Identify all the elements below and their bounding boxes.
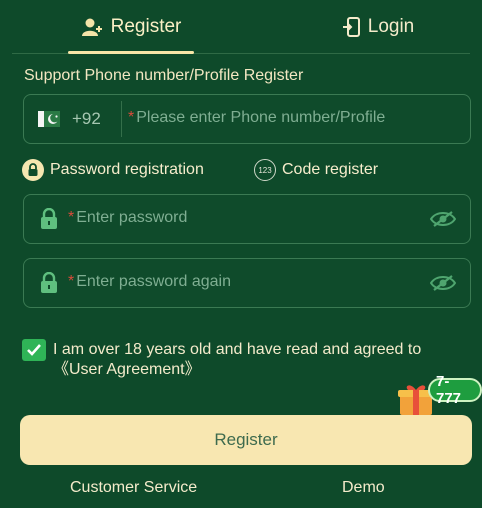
password-confirm-input[interactable]: * Enter password again bbox=[68, 273, 231, 291]
agreement-text[interactable]: I am over 18 years old and have read and… bbox=[53, 340, 473, 380]
password-placeholder: Enter password bbox=[76, 209, 188, 226]
active-tab-indicator bbox=[68, 51, 194, 54]
eye-hidden-icon[interactable] bbox=[430, 210, 456, 228]
required-mark: * bbox=[68, 273, 75, 290]
demo-link[interactable]: Demo bbox=[342, 479, 385, 497]
required-mark: * bbox=[128, 109, 135, 126]
password-confirm-field[interactable]: * Enter password again bbox=[23, 258, 471, 308]
tab-register-label: Register bbox=[110, 16, 182, 37]
pakistan-flag-icon bbox=[38, 111, 60, 127]
registration-mode-row: Password registration 123 Code register bbox=[22, 157, 462, 183]
password-registration-option[interactable]: Password registration bbox=[22, 157, 204, 183]
field-divider bbox=[121, 101, 122, 137]
login-door-icon bbox=[342, 17, 360, 37]
code-register-label: Code register bbox=[282, 161, 379, 178]
phone-field[interactable]: +92 * Please enter Phone number/Profile bbox=[23, 94, 471, 144]
phone-placeholder: Please enter Phone number/Profile bbox=[136, 109, 386, 126]
lock-icon bbox=[41, 208, 57, 229]
register-subtitle: Support Phone number/Profile Register bbox=[24, 67, 304, 84]
phone-input[interactable]: * Please enter Phone number/Profile bbox=[128, 109, 385, 127]
auth-tabs: Register Login bbox=[12, 0, 470, 54]
add-user-icon bbox=[81, 18, 102, 36]
tab-login-label: Login bbox=[367, 16, 415, 37]
password-confirm-placeholder: Enter password again bbox=[76, 273, 231, 290]
checkmark-icon bbox=[27, 344, 41, 356]
lock-icon bbox=[41, 272, 57, 293]
password-input[interactable]: * Enter password bbox=[68, 209, 187, 227]
register-panel: Register Login Support Phone number/Prof… bbox=[0, 0, 482, 508]
customer-service-link[interactable]: Customer Service bbox=[70, 479, 197, 497]
code-register-option[interactable]: 123 Code register bbox=[254, 157, 378, 183]
country-selector[interactable]: +92 bbox=[24, 95, 122, 143]
agreement-checkbox[interactable] bbox=[22, 339, 46, 361]
code-123-icon: 123 bbox=[254, 159, 276, 181]
password-registration-label: Password registration bbox=[50, 161, 204, 178]
password-field[interactable]: * Enter password bbox=[23, 194, 471, 244]
country-code: +92 bbox=[72, 109, 101, 128]
promo-badge[interactable]: 7-777 bbox=[428, 373, 482, 407]
lock-icon bbox=[22, 159, 44, 181]
eye-hidden-icon[interactable] bbox=[430, 274, 456, 292]
required-mark: * bbox=[68, 209, 75, 226]
tab-login[interactable]: Login bbox=[312, 0, 444, 54]
register-button[interactable]: Register bbox=[20, 415, 472, 465]
tab-register[interactable]: Register bbox=[68, 0, 194, 54]
